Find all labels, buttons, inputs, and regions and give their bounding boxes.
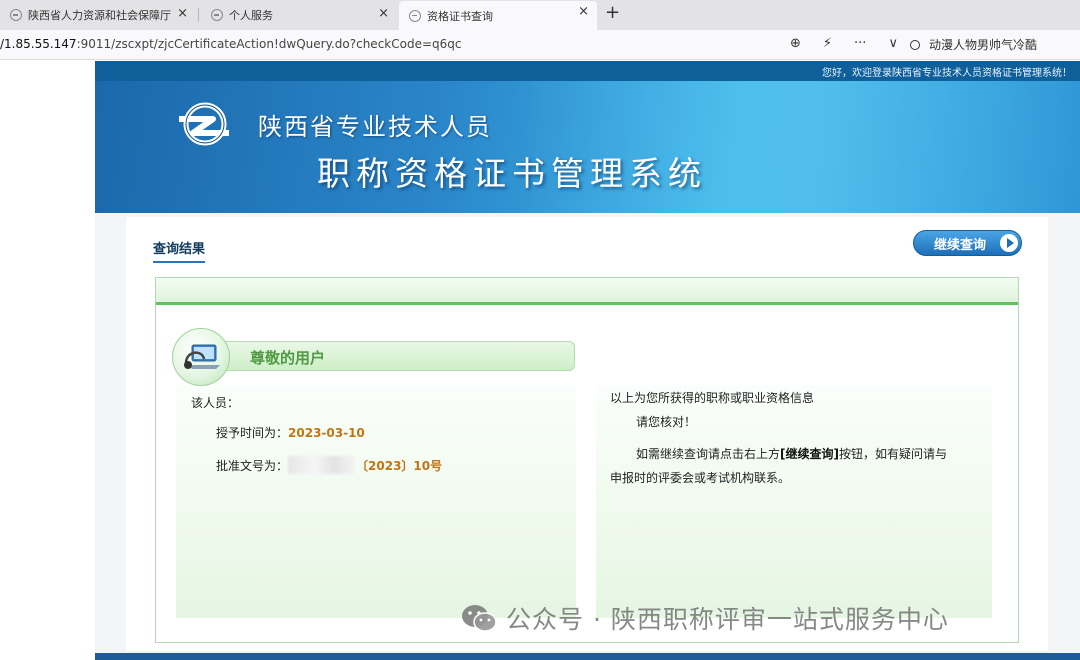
user-heading: 尊敬的用户 [250, 349, 326, 367]
search-icon [910, 40, 920, 50]
tab-title: 资格证书查询 [427, 9, 493, 23]
play-arrow-icon [1000, 234, 1018, 252]
notice-line2: 请您核对！ [636, 415, 697, 429]
wechat-watermark: 公众号 · 陕西职称评审一站式服务中心 [460, 600, 949, 636]
chevron-down-icon[interactable]: ∨ [888, 36, 898, 51]
globe-icon [10, 9, 22, 21]
url-path: :9011/zscxpt/zjcCertificateAction!dwQuer… [76, 37, 462, 51]
url-host: /1.85.55.147 [0, 37, 77, 51]
result-panel: 查询结果 继续查询 尊敬的用户 该人员： 授予时间为：2023-03-10 批准… [126, 217, 1048, 651]
welcome-message: 您好，欢迎登录陕西省专业技术人员资格证书管理系统！ [822, 68, 1072, 79]
continue-query-label: 继续查询 [934, 237, 987, 253]
continue-query-button[interactable]: 继续查询 [913, 230, 1022, 256]
laptop-headset-icon [184, 344, 220, 369]
close-icon[interactable]: × [578, 4, 589, 19]
close-icon[interactable]: × [177, 6, 188, 21]
more-icon[interactable]: ··· [854, 36, 866, 51]
new-tab-button[interactable]: + [605, 2, 620, 23]
close-icon[interactable]: × [378, 6, 389, 21]
tab-personal-service[interactable]: 个人服务 × [201, 3, 397, 27]
notice-line4: 申报时的评委会或考试机构联系。 [610, 471, 791, 485]
tab-hrss[interactable]: 陕西省人力资源和社会保障厅 × [0, 3, 196, 27]
url-toolbar: ⊕ ⚡ ··· ∨ [790, 36, 898, 51]
site-title-line1: 陕西省专业技术人员 [258, 113, 492, 141]
result-box-header [156, 278, 1018, 305]
result-box: 尊敬的用户 该人员： 授予时间为：2023-03-10 批准文号为： 〔2023〕… [155, 277, 1019, 643]
approval-number-row: 批准文号为： 〔2023〕10号 [216, 456, 442, 474]
globe-icon [409, 9, 421, 22]
notice-line3-pre: 如需继续查询请点击右上方 [636, 447, 781, 461]
tab-title: 个人服务 [229, 9, 273, 22]
address-bar: /1.85.55.147:9011/zscxpt/zjcCertificateA… [0, 30, 1080, 60]
user-heading-bar: 尊敬的用户 [217, 341, 575, 371]
search-box[interactable]: 动漫人物男帅气冷酷 [910, 36, 1037, 53]
notice-line3: 如需继续查询请点击右上方[继续查询]按钮，如有疑问请与 [636, 442, 947, 466]
bolt-icon[interactable]: ⚡ [823, 36, 832, 51]
page-bottom-bar [95, 653, 1080, 660]
browser-tab-bar: 陕西省人力资源和社会保障厅 × 个人服务 × 资格证书查询 × + [0, 0, 1080, 30]
notice-card: 以上为您所获得的职称或职业资格信息 请您核对！ 如需继续查询请点击右上方[继续查… [596, 386, 992, 618]
result-title: 查询结果 [153, 238, 206, 263]
site-banner: 陕西省专业技术人员 职称资格证书管理系统 [95, 81, 1080, 213]
site-title-line2: 职称资格证书管理系统 [317, 154, 707, 193]
url-field[interactable]: /1.85.55.147:9011/zscxpt/zjcCertificateA… [0, 37, 461, 51]
zoom-icon[interactable]: ⊕ [790, 36, 801, 51]
headset-user-icon [172, 328, 230, 386]
notice-line1: 以上为您所获得的职称或职业资格信息 [610, 391, 815, 405]
certificate-info-card: 该人员： 授予时间为：2023-03-10 批准文号为： 〔2023〕10号 [176, 386, 576, 618]
content-area: 查询结果 继续查询 尊敬的用户 该人员： 授予时间为：2023-03-10 批准… [95, 213, 1080, 653]
grant-date-row: 授予时间为：2023-03-10 [216, 424, 365, 441]
approval-number-value: 〔2023〕10号 [356, 459, 443, 473]
watermark-text: 公众号 · 陕西职称评审一站式服务中心 [506, 605, 949, 634]
notice-line3-bold: [继续查询] [780, 447, 839, 461]
redacted-text [288, 456, 355, 474]
notice-line3-post: 按钮，如有疑问请与 [839, 447, 948, 461]
grant-date-value: 2023-03-10 [288, 426, 365, 440]
wechat-icon [462, 605, 497, 632]
site-logo [179, 102, 229, 146]
approval-number-label: 批准文号为： [216, 459, 289, 473]
tab-separator [198, 8, 199, 22]
tab-title: 陕西省人力资源和社会保障厅 [28, 9, 171, 22]
top-strip: 您好，欢迎登录陕西省专业技术人员资格证书管理系统！ [95, 61, 1080, 81]
grant-date-label: 授予时间为： [216, 426, 289, 440]
globe-icon [211, 9, 223, 21]
tab-certificate-query[interactable]: 资格证书查询 × [399, 1, 597, 30]
person-label: 该人员： [191, 396, 240, 410]
search-text: 动漫人物男帅气冷酷 [929, 38, 1038, 52]
